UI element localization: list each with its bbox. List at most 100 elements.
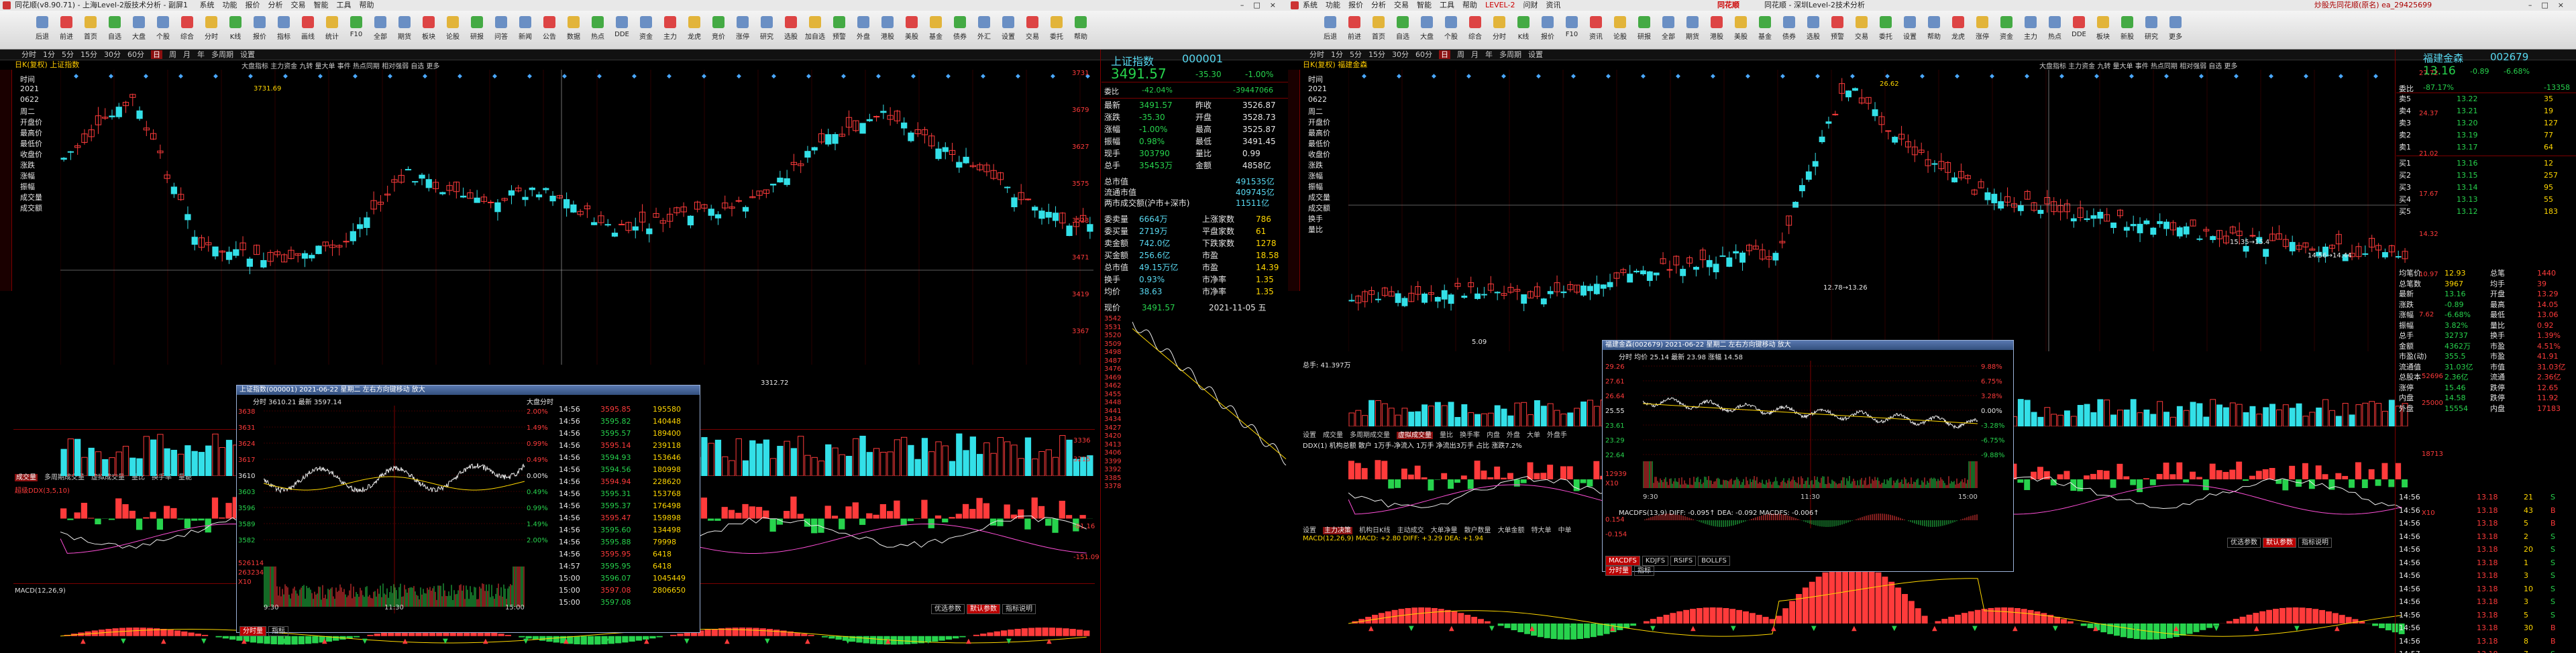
default-params-button[interactable]: 默认参数 <box>2263 538 2296 548</box>
popup-tab-indicator[interactable]: 指标 <box>268 626 288 636</box>
toolbar-button[interactable]: 研报 <box>466 16 488 46</box>
period-tab[interactable]: 多周期 <box>211 50 233 59</box>
toolbar-button[interactable]: 设置 <box>1898 16 1921 46</box>
toolbar-button[interactable]: 资金 <box>1995 16 2018 46</box>
toolbar-button[interactable]: 热点 <box>586 16 609 46</box>
toolbar-button[interactable]: DDE <box>610 16 633 46</box>
toolbar-button[interactable]: 基金 <box>1754 16 1776 46</box>
toolbar-button[interactable]: 全部 <box>369 16 392 46</box>
toolbar-button[interactable]: 预警 <box>1826 16 1849 46</box>
toolbar-button[interactable]: 主力 <box>2019 16 2042 46</box>
period-tab[interactable]: 年 <box>197 50 205 59</box>
default-params-button[interactable]: 默认参数 <box>967 604 1000 614</box>
toolbar-button[interactable]: 研究 <box>2140 16 2163 46</box>
period-tab[interactable]: 5分 <box>62 50 74 59</box>
period-tab[interactable]: 月 <box>183 50 191 59</box>
right-side-strip[interactable] <box>1288 70 1300 291</box>
toolbar-button[interactable]: 综合 <box>176 16 199 46</box>
toolbar-button[interactable]: 交易 <box>1850 16 1873 46</box>
toolbar-button[interactable]: 委托 <box>1045 16 1068 46</box>
optimal-params-button[interactable]: 优选参数 <box>931 604 965 614</box>
indicator-tab[interactable]: 设置 <box>1303 432 1316 439</box>
indicator-tab[interactable]: 大单 <box>1527 432 1540 439</box>
menu-item[interactable]: 工具 <box>337 1 352 9</box>
intraday-popup[interactable]: 上证指数(000001) 2021-06-22 星期二 左右方向键移动 放大 分… <box>236 385 700 636</box>
period-tab[interactable]: 30分 <box>1392 50 1409 59</box>
popup-tab-volume[interactable]: 分时量 <box>1605 566 1632 576</box>
indicator-tab[interactable]: 虚拟成交量 <box>1397 432 1433 439</box>
menu-item[interactable]: 帮助 <box>360 1 374 9</box>
popup-intraday-chart[interactable]: 9:30 11:30 15:00 <box>1643 361 1978 528</box>
toolbar-button[interactable]: 前进 <box>1343 16 1366 46</box>
period-tab[interactable]: 1分 <box>43 50 55 59</box>
popup-tab-volume[interactable]: 分时量 <box>239 626 266 636</box>
indicator-help-button[interactable]: 指标说明 <box>1002 604 1036 614</box>
toolbar-button[interactable]: 板块 <box>417 16 440 46</box>
toolbar-button[interactable]: 热点 <box>2043 16 2066 46</box>
toolbar-button[interactable]: 加自选 <box>804 16 826 46</box>
macd-tab[interactable]: 主力决策 <box>1323 527 1352 534</box>
toolbar-button[interactable]: 报价 <box>1536 16 1559 46</box>
period-tab[interactable]: 5分 <box>1350 50 1362 59</box>
toolbar-button[interactable]: 涨停 <box>731 16 754 46</box>
toolbar-button[interactable]: 个股 <box>1440 16 1462 46</box>
menu-item[interactable]: 交易 <box>291 1 306 9</box>
toolbar-button[interactable]: 问答 <box>490 16 513 46</box>
toolbar-button[interactable]: 债券 <box>949 16 971 46</box>
toolbar-button[interactable]: 指标 <box>272 16 295 46</box>
indicator-help-button[interactable]: 指标说明 <box>2298 538 2332 548</box>
toolbar-button[interactable]: 后退 <box>1319 16 1342 46</box>
macd-tab[interactable]: 设置 <box>1303 527 1316 534</box>
macd-tab[interactable]: 机构日K线 <box>1359 527 1391 534</box>
period-tab[interactable]: 日 <box>1439 50 1450 59</box>
toolbar-button[interactable]: DDE <box>2068 16 2090 46</box>
period-tab[interactable]: 1分 <box>1331 50 1343 59</box>
toolbar-button[interactable]: 港股 <box>1705 16 1728 46</box>
toolbar-button[interactable]: 自选 <box>103 16 126 46</box>
period-tab[interactable]: 周 <box>1457 50 1464 59</box>
toolbar-button[interactable]: 主力 <box>659 16 682 46</box>
toolbar-button[interactable]: 论股 <box>1609 16 1631 46</box>
period-tab[interactable]: 15分 <box>80 50 97 59</box>
toolbar-button[interactable]: 美股 <box>1729 16 1752 46</box>
toolbar-button[interactable]: K线 <box>1512 16 1535 46</box>
toolbar-button[interactable]: 期货 <box>1681 16 1704 46</box>
toolbar-button[interactable]: 研究 <box>755 16 778 46</box>
indicator-tab[interactable]: 外盘手 <box>1547 432 1567 439</box>
toolbar-button[interactable]: 委托 <box>1874 16 1897 46</box>
toolbar-button[interactable]: 港股 <box>876 16 899 46</box>
menu-item[interactable]: 问财 <box>1523 1 1538 9</box>
menu-item[interactable]: 帮助 <box>1462 1 1477 9</box>
macd-tab[interactable]: 大单净量 <box>1431 527 1458 534</box>
period-tab[interactable]: 15分 <box>1368 50 1385 59</box>
menu-item[interactable]: 系统 <box>1303 1 1318 9</box>
period-tab[interactable]: 日 <box>151 50 162 59</box>
toolbar-button[interactable]: 大盘 <box>1415 16 1438 46</box>
toolbar-button[interactable]: 预警 <box>828 16 851 46</box>
period-tab[interactable]: 设置 <box>240 50 255 59</box>
period-tab[interactable]: 周 <box>169 50 176 59</box>
menu-item-level2[interactable]: LEVEL-2 <box>1485 1 1515 9</box>
right-kline-chart[interactable]: ◆ ◆ ◆ ◆ ◆ ◆ ◆ ◆ ◆ ◆ ◆ ◆ ◆ ◆ ◆ ◆ ◆ ◆ ◆ ◆ ◆ ◆ ◆ ◆ ◆ ◆ ◆ ◆ ◆ ◆ <box>1348 70 2408 351</box>
period-tab[interactable]: 年 <box>1485 50 1493 59</box>
toolbar-button[interactable]: 全部 <box>1657 16 1680 46</box>
toolbar-button[interactable]: 新股 <box>2116 16 2139 46</box>
menu-item[interactable]: 交易 <box>1394 1 1409 9</box>
toolbar-button[interactable]: 报价 <box>248 16 271 46</box>
account-info[interactable]: 炒股先同花顺(原名) ea_29425699 <box>2314 0 2432 11</box>
period-tab[interactable]: 月 <box>1471 50 1479 59</box>
toolbar-button[interactable]: 选股 <box>1802 16 1825 46</box>
window-controls[interactable]: –□× <box>1240 0 1285 11</box>
left-kline-chart[interactable]: ◆ ◆ ◆ ◆ ◆ ◆ ◆ ◆ ◆ ◆ ◆ ◆ ◆ ◆ ◆ ◆ ◆ ◆ ◆ ◆ ◆ ◆ ◆ ◆ ◆ ◆ ◆ ◆ ◆ ◆ <box>60 70 1093 365</box>
toolbar-button[interactable]: 设置 <box>997 16 1020 46</box>
popup-tab-bollfs[interactable]: BOLLFS <box>1698 556 1730 566</box>
toolbar-button[interactable]: 新闻 <box>514 16 537 46</box>
period-tab[interactable]: 30分 <box>104 50 121 59</box>
toolbar-button[interactable]: 数据 <box>562 16 585 46</box>
toolbar-button[interactable]: 更多 <box>2164 16 2187 46</box>
menu-item[interactable]: 系统 <box>200 1 215 9</box>
period-tab[interactable]: 设置 <box>1528 50 1543 59</box>
macd-tab[interactable]: 中单 <box>1558 527 1572 534</box>
toolbar-button[interactable]: 竞价 <box>707 16 730 46</box>
toolbar-button[interactable]: 首页 <box>79 16 102 46</box>
